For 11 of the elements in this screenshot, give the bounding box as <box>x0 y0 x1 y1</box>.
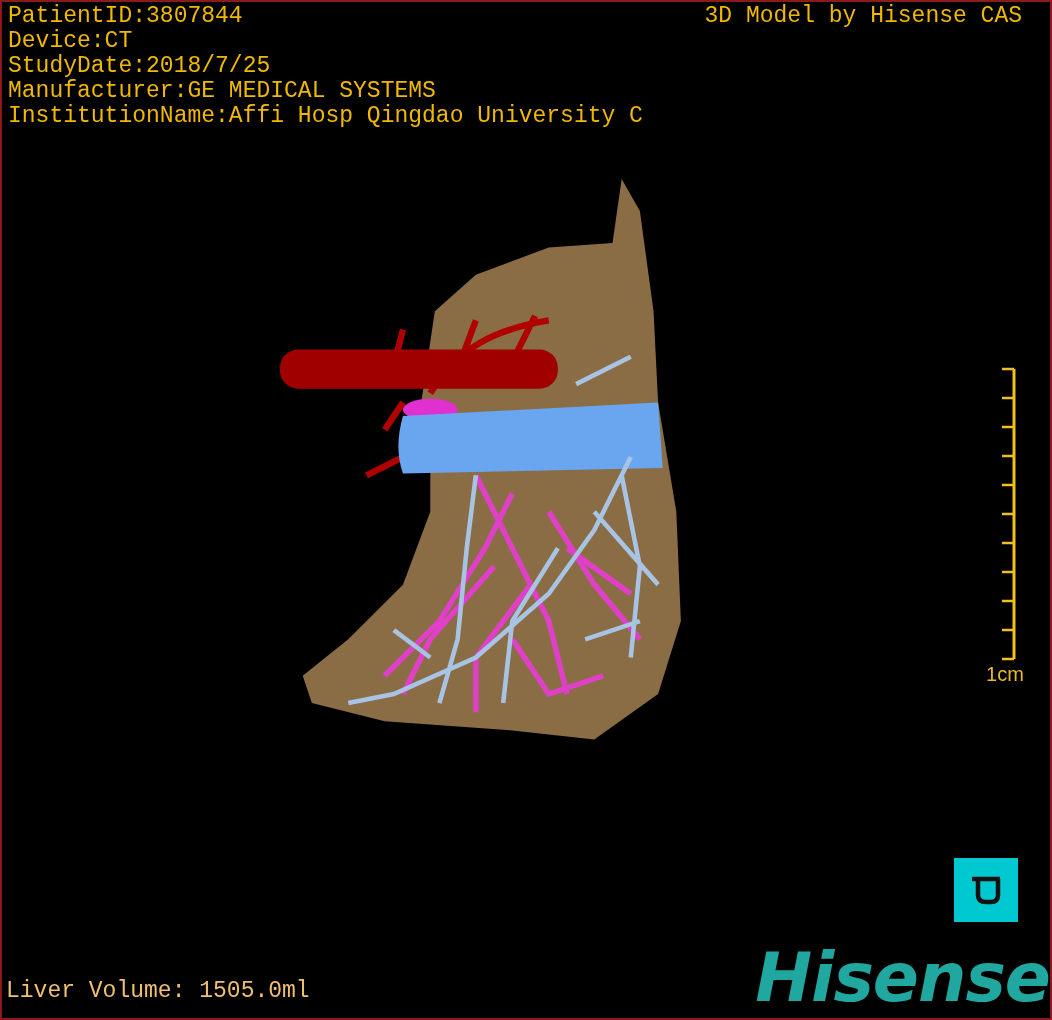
model-title: 3D Model by Hisense CAS <box>704 4 1022 31</box>
patient-info-line: PatientID:3807844 <box>8 4 244 29</box>
patient-info-line: InstitutionName:Affi Hosp Qingdao University C <box>8 104 643 129</box>
scale-label: 1cm <box>986 663 1024 686</box>
hook-icon <box>969 875 1003 905</box>
patient-info-line: StudyDate:2018/7/25 <box>8 54 272 79</box>
patient-info-line: Device:CT <box>8 29 134 54</box>
logo: Hisense <box>755 942 1050 1014</box>
liver-volume: Liver Volume: 1505.0ml <box>6 979 310 1004</box>
patient-info-line: Manufacturer:GE MEDICAL SYSTEMS <box>8 79 437 104</box>
tool-button[interactable] <box>954 858 1018 922</box>
